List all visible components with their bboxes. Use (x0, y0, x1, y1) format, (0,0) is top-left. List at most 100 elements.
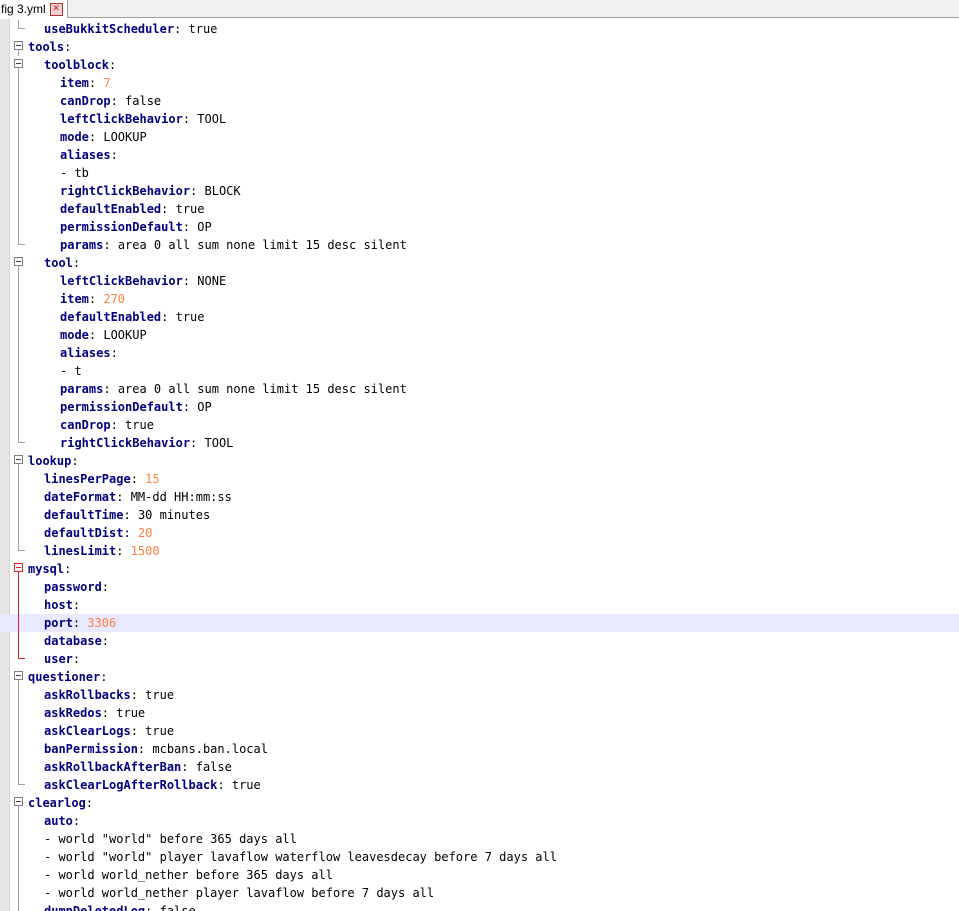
code-line[interactable]: params: area 0 all sum none limit 15 des… (0, 236, 959, 254)
fold-end-marker (18, 20, 25, 29)
code-line[interactable]: - world "world" before 365 days all (0, 830, 959, 848)
code-line[interactable]: linesPerPage: 15 (0, 470, 959, 488)
code-line[interactable]: dateFormat: MM-dd HH:mm:ss (0, 488, 959, 506)
yaml-separator: : (217, 778, 232, 792)
yaml-key: askRedos (44, 706, 102, 720)
fold-toggle-icon[interactable] (14, 257, 23, 266)
code-line[interactable]: rightClickBehavior: TOOL (0, 434, 959, 452)
code-text: - world world_nether player lavaflow bef… (44, 884, 434, 902)
code-text: askRollbackAfterBan: false (44, 758, 232, 776)
yaml-value: OP (197, 400, 212, 414)
yaml-value: 30 minutes (137, 508, 211, 522)
code-line[interactable]: user: (0, 650, 959, 668)
code-line[interactable]: leftClickBehavior: NONE (0, 272, 959, 290)
code-line[interactable]: defaultEnabled: true (0, 200, 959, 218)
fold-line (18, 128, 19, 146)
fold-line (18, 848, 19, 866)
fold-line (18, 596, 19, 614)
fold-line (18, 218, 19, 236)
fold-toggle-icon[interactable] (14, 563, 23, 572)
code-line[interactable]: rightClickBehavior: BLOCK (0, 182, 959, 200)
yaml-key: leftClickBehavior (60, 274, 183, 288)
yaml-separator: : (182, 274, 198, 288)
yaml-value: - world world_nether player lavaflow bef… (44, 886, 435, 900)
code-line[interactable]: defaultTime: 30 minutes (0, 506, 959, 524)
fold-line (18, 146, 19, 164)
yaml-value: 1500 (130, 544, 160, 558)
code-line[interactable]: useBukkitScheduler: true (0, 20, 959, 38)
code-line[interactable]: askRollbackAfterBan: false (0, 758, 959, 776)
yaml-key: leftClickBehavior (60, 112, 183, 126)
fold-toggle-icon[interactable] (14, 59, 23, 68)
fold-toggle-icon[interactable] (14, 41, 23, 50)
code-line[interactable]: canDrop: true (0, 416, 959, 434)
code-line[interactable]: host: (0, 596, 959, 614)
code-line[interactable]: mysql: (0, 560, 959, 578)
code-line[interactable]: tool: (0, 254, 959, 272)
code-line[interactable]: linesLimit: 1500 (0, 542, 959, 560)
code-line[interactable]: defaultEnabled: true (0, 308, 959, 326)
yaml-key: askClearLogAfterRollback (44, 778, 218, 792)
code-line[interactable]: password: (0, 578, 959, 596)
yaml-value: - world world_nether before 365 days all (44, 868, 333, 882)
code-line[interactable]: questioner: (0, 668, 959, 686)
yaml-separator: : (88, 292, 104, 306)
close-icon[interactable]: ✕ (49, 2, 63, 16)
code-line[interactable]: askRollbacks: true (0, 686, 959, 704)
code-line[interactable]: mode: LOOKUP (0, 128, 959, 146)
code-line[interactable]: database: (0, 632, 959, 650)
yaml-separator: : (182, 400, 198, 414)
yaml-value: 3306 (87, 616, 117, 630)
code-line[interactable]: askClearLogAfterRollback: true (0, 776, 959, 794)
yaml-separator: : (101, 706, 117, 720)
code-text: questioner: (28, 668, 107, 686)
code-line[interactable]: tools: (0, 38, 959, 56)
code-line[interactable]: item: 7 (0, 74, 959, 92)
yaml-value: - world "world" before 365 days all (44, 832, 297, 846)
code-line[interactable]: askClearLogs: true (0, 722, 959, 740)
code-editor[interactable]: useBukkitScheduler: true tools: toolblock:… (0, 19, 959, 911)
tab-config-file[interactable]: fig 3.yml ✕ (0, 0, 68, 18)
code-text: leftClickBehavior: TOOL (60, 110, 226, 128)
code-line[interactable]: port: 3306 (0, 614, 959, 632)
fold-toggle-icon[interactable] (14, 797, 23, 806)
code-line[interactable]: askRedos: true (0, 704, 959, 722)
code-line[interactable]: - world world_nether before 365 days all (0, 866, 959, 884)
code-line[interactable]: auto: (0, 812, 959, 830)
code-line[interactable]: - tb (0, 164, 959, 182)
code-line[interactable]: params: area 0 all sum none limit 15 des… (0, 380, 959, 398)
code-line[interactable]: clearlog: (0, 794, 959, 812)
code-line[interactable]: toolblock: (0, 56, 959, 74)
yaml-key: host (44, 598, 73, 612)
yaml-value: true (145, 688, 175, 702)
yaml-value: true (188, 22, 218, 36)
yaml-key: database (44, 634, 102, 648)
code-line[interactable]: lookup: (0, 452, 959, 470)
code-line[interactable]: - t (0, 362, 959, 380)
code-text: - world "world" before 365 days all (44, 830, 297, 848)
yaml-value: false (159, 904, 196, 911)
code-line[interactable]: - world world_nether player lavaflow bef… (0, 884, 959, 902)
code-line[interactable]: mode: LOOKUP (0, 326, 959, 344)
code-text: toolblock: (44, 56, 116, 74)
code-line[interactable]: aliases: (0, 344, 959, 362)
code-line[interactable]: - world "world" player lavaflow waterflo… (0, 848, 959, 866)
yaml-value: true (145, 724, 175, 738)
fold-line (18, 470, 19, 488)
code-line[interactable]: defaultDist: 20 (0, 524, 959, 542)
fold-toggle-icon[interactable] (14, 455, 23, 464)
code-line[interactable]: leftClickBehavior: TOOL (0, 110, 959, 128)
code-line[interactable]: banPermission: mcbans.ban.local (0, 740, 959, 758)
code-line[interactable]: aliases: (0, 146, 959, 164)
code-line[interactable]: dumpDeletedLog: false (0, 902, 959, 911)
yaml-separator: : (72, 814, 81, 828)
fold-line (18, 164, 19, 182)
code-line[interactable]: canDrop: false (0, 92, 959, 110)
code-line[interactable]: permissionDefault: OP (0, 218, 959, 236)
code-line[interactable]: item: 270 (0, 290, 959, 308)
fold-toggle-icon[interactable] (14, 671, 23, 680)
code-line[interactable]: permissionDefault: OP (0, 398, 959, 416)
yaml-key: aliases (60, 148, 111, 162)
yaml-separator: : (190, 436, 205, 450)
code-text: auto: (44, 812, 80, 830)
